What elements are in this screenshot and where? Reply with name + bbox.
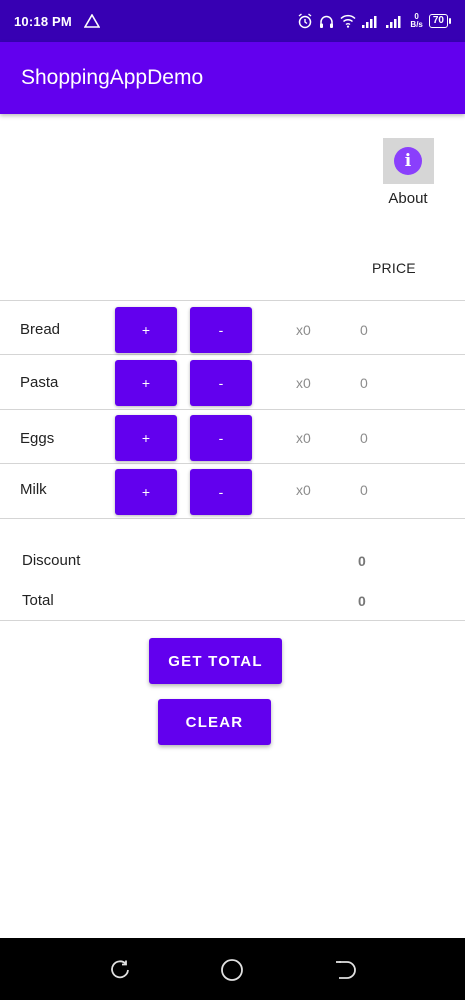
divider — [0, 620, 465, 621]
home-icon[interactable] — [220, 958, 244, 982]
alarm-icon — [297, 13, 313, 29]
item-price: 0 — [360, 430, 368, 446]
price-column-header: PRICE — [372, 260, 416, 276]
status-bar: 10:18 PM 0 B/s 70 — [0, 0, 465, 42]
decrement-eggs-button[interactable]: - — [190, 415, 252, 461]
get-total-button[interactable]: GET TOTAL — [149, 638, 282, 684]
item-quantity: x0 — [296, 482, 311, 498]
about-section: i About — [382, 138, 434, 207]
increment-eggs-button[interactable]: + — [115, 415, 177, 461]
item-quantity: x0 — [296, 322, 311, 338]
item-quantity: x0 — [296, 375, 311, 391]
recent-apps-icon[interactable] — [108, 958, 132, 982]
app-title: ShoppingAppDemo — [21, 66, 204, 89]
navigation-bar — [0, 938, 465, 1000]
battery-level: 70 — [428, 14, 448, 28]
discount-value: 0 — [358, 553, 366, 569]
item-name: Eggs — [20, 430, 55, 447]
network-speed: 0 B/s — [410, 13, 422, 29]
decrement-milk-button[interactable]: - — [190, 469, 252, 515]
divider — [0, 463, 465, 464]
item-name: Bread — [20, 321, 61, 338]
divider — [0, 409, 465, 410]
item-quantity: x0 — [296, 430, 311, 446]
warning-triangle-icon — [83, 14, 100, 28]
divider — [0, 300, 465, 301]
increment-milk-button[interactable]: + — [115, 469, 177, 515]
clear-button[interactable]: CLEAR — [158, 699, 271, 745]
decrement-bread-button[interactable]: - — [190, 307, 252, 353]
battery-icon: 70 — [428, 14, 451, 28]
item-name: Milk — [20, 481, 47, 498]
status-time: 10:18 PM — [14, 13, 72, 29]
signal-icon — [386, 15, 404, 28]
discount-label: Discount — [22, 552, 81, 569]
item-name: Pasta — [20, 374, 59, 391]
signal-icon — [362, 15, 380, 28]
increment-pasta-button[interactable]: + — [115, 360, 177, 406]
increment-bread-button[interactable]: + — [115, 307, 177, 353]
network-speed-unit: B/s — [410, 20, 423, 29]
item-price: 0 — [360, 322, 368, 338]
item-price: 0 — [360, 375, 368, 391]
divider — [0, 518, 465, 519]
item-price: 0 — [360, 482, 368, 498]
info-icon: i — [394, 147, 422, 175]
total-label: Total — [22, 592, 54, 609]
app-bar: ShoppingAppDemo — [0, 42, 465, 114]
about-label: About — [388, 190, 428, 207]
total-value: 0 — [358, 593, 366, 609]
back-icon[interactable] — [333, 958, 357, 982]
status-icons: 0 B/s 70 — [297, 13, 451, 29]
decrement-pasta-button[interactable]: - — [190, 360, 252, 406]
headphones-icon — [319, 14, 334, 29]
about-button[interactable]: i — [382, 138, 434, 184]
divider — [0, 354, 465, 355]
wifi-icon — [340, 14, 356, 28]
